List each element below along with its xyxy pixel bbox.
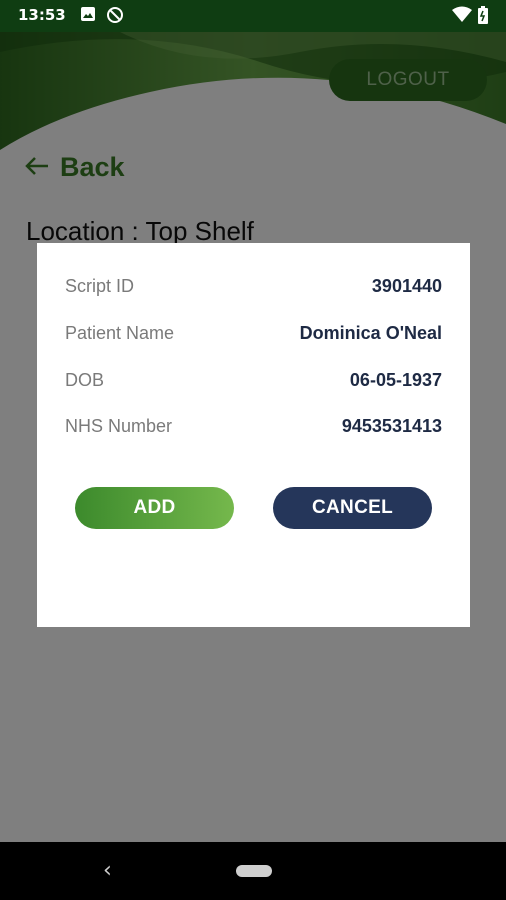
patient-name-row: Patient Name Dominica O'Neal <box>65 323 442 347</box>
script-id-row: Script ID 3901440 <box>65 276 442 300</box>
system-nav-bar: ‹ <box>0 842 506 900</box>
nav-home-pill[interactable] <box>236 865 272 877</box>
dob-value: 06-05-1937 <box>349 370 442 390</box>
status-time: 13:53 <box>18 6 66 24</box>
dob-row: DOB 06-05-1937 <box>65 370 442 394</box>
status-bar: 13:53 <box>0 0 506 32</box>
nhs-number-row: NHS Number 9453531413 <box>65 416 442 440</box>
wifi-icon <box>452 6 472 28</box>
script-id-label: Script ID <box>65 276 135 296</box>
patient-name-value: Dominica O'Neal <box>299 323 442 343</box>
nhs-number-value: 9453531413 <box>341 416 442 436</box>
battery-icon <box>478 6 488 28</box>
image-icon <box>80 6 96 26</box>
nhs-number-label: NHS Number <box>65 416 173 436</box>
nav-back-icon[interactable]: ‹ <box>103 858 112 883</box>
circle-slash-icon <box>106 6 124 28</box>
add-button[interactable]: ADD <box>75 487 234 529</box>
script-id-value: 3901440 <box>371 276 442 296</box>
patient-name-label: Patient Name <box>65 323 175 343</box>
script-details-dialog: Script ID 3901440 Patient Name Dominica … <box>37 243 470 627</box>
dob-label: DOB <box>65 370 105 390</box>
cancel-button[interactable]: CANCEL <box>273 487 432 529</box>
